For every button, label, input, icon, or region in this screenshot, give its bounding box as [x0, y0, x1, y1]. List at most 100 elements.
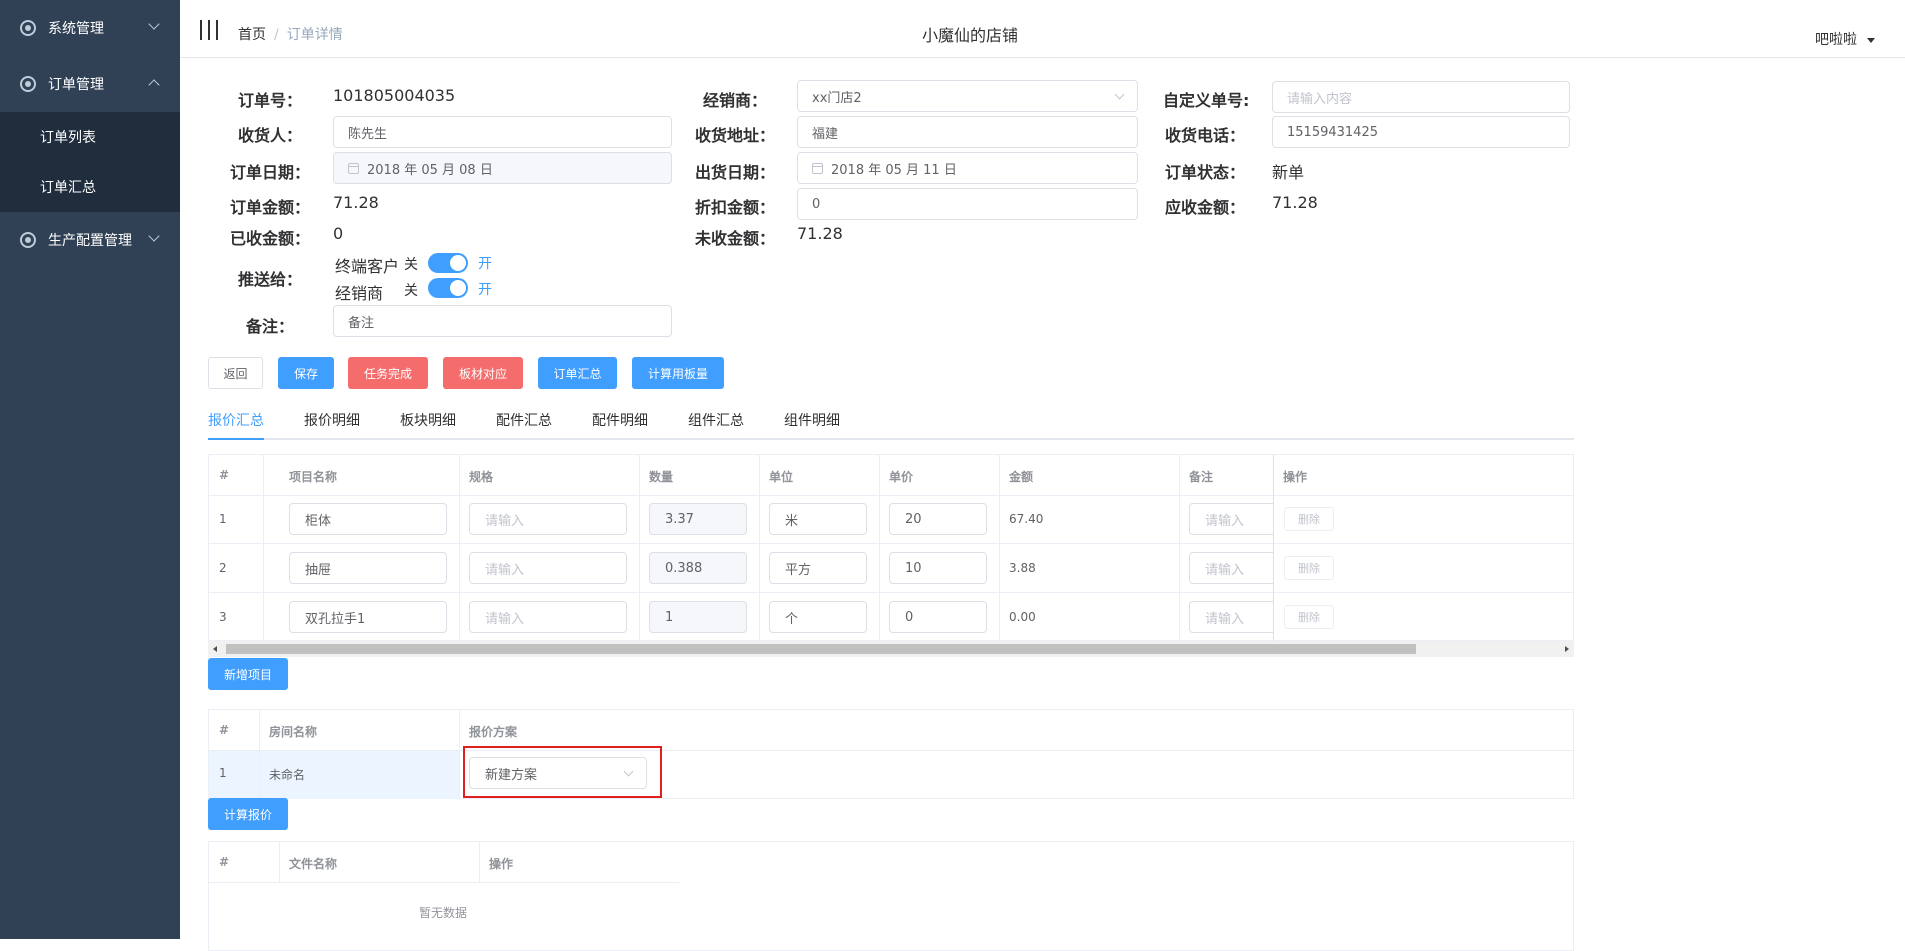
- save-button[interactable]: 保存: [278, 357, 334, 389]
- receiver-input[interactable]: 陈先生: [333, 116, 672, 148]
- file-table: # 文件名称 操作 暂无数据: [208, 841, 1574, 951]
- col-qty: 数量: [649, 470, 674, 484]
- tab-panel-detail[interactable]: 板块明细: [400, 410, 456, 430]
- discount-label: 折扣金额：: [695, 198, 776, 217]
- custom-no-input[interactable]: 请输入内容: [1272, 81, 1570, 113]
- price-input[interactable]: 20: [889, 503, 987, 535]
- remark-input[interactable]: 请输入: [1189, 601, 1273, 633]
- order-date-picker[interactable]: 2018 年 05 月 08 日: [333, 152, 672, 184]
- sidebar-item-order-summary[interactable]: 订单汇总: [0, 162, 180, 212]
- add-item-button[interactable]: 新增项目: [208, 658, 288, 690]
- menu-production-label: 生产配置管理: [48, 233, 132, 249]
- back-button[interactable]: 返回: [208, 357, 263, 389]
- receivable-value: 71.28: [1272, 193, 1318, 212]
- order-summary-button[interactable]: 订单汇总: [538, 357, 617, 389]
- col-name: 项目名称: [289, 470, 338, 484]
- calendar-icon: [812, 162, 823, 174]
- ship-date-picker[interactable]: 2018 年 05 月 11 日: [797, 152, 1138, 184]
- col-price: 单价: [889, 470, 914, 484]
- discount-input[interactable]: 0: [797, 188, 1138, 220]
- unit-input[interactable]: 米: [769, 503, 867, 535]
- col-index: #: [219, 468, 230, 482]
- spec-input[interactable]: 请输入: [469, 601, 627, 633]
- delete-button[interactable]: 删除: [1284, 605, 1334, 629]
- gear-icon: [20, 232, 36, 248]
- chevron-down-icon: [148, 18, 160, 30]
- switch-off-label: 关: [404, 283, 418, 299]
- amount-value: 71.28: [333, 193, 379, 212]
- menu-system-label: 系统管理: [48, 21, 104, 37]
- user-name: 吧啦啦: [1815, 32, 1857, 48]
- scrollbar-thumb[interactable]: [226, 644, 1416, 654]
- tab-fitting-detail[interactable]: 配件明细: [592, 410, 648, 430]
- col-file-name: 文件名称: [289, 857, 338, 871]
- unreceived-label: 未收金额：: [695, 229, 776, 248]
- qty-input: 3.37: [649, 503, 747, 535]
- price-input[interactable]: 10: [889, 552, 987, 584]
- menu-production[interactable]: 生产配置管理: [0, 212, 180, 268]
- shop-name: 小魔仙的店铺: [922, 26, 1019, 45]
- address-label: 收货地址：: [695, 126, 776, 145]
- tab-quote-summary[interactable]: 报价汇总: [208, 410, 264, 430]
- scroll-left-icon[interactable]: [213, 646, 217, 652]
- col-index: #: [219, 855, 230, 869]
- delete-button[interactable]: 删除: [1284, 507, 1334, 531]
- horizontal-scrollbar[interactable]: [208, 641, 1574, 657]
- item-name-input[interactable]: 抽屉: [289, 552, 447, 584]
- tab-fitting-summary[interactable]: 配件汇总: [496, 410, 552, 430]
- switch-off-label: 关: [404, 257, 418, 273]
- menu-system[interactable]: 系统管理: [0, 0, 180, 56]
- breadcrumb-home[interactable]: 首页: [238, 27, 266, 43]
- room-table: # 房间名称 报价方案 1 未命名 新建方案: [208, 709, 1574, 800]
- sidebar-item-order-list[interactable]: 订单列表: [0, 112, 180, 162]
- highlight-box: [463, 746, 662, 798]
- tabs: 报价汇总 报价明细 板块明细 配件汇总 配件明细 组件汇总 组件明细: [208, 404, 1574, 440]
- row-index: 1: [219, 512, 227, 526]
- delete-button[interactable]: 删除: [1284, 556, 1334, 580]
- dealer-select[interactable]: xx门店2: [797, 80, 1138, 112]
- gear-icon: [20, 20, 36, 36]
- unreceived-value: 71.28: [797, 224, 843, 243]
- amount-cell: 67.40: [1009, 512, 1044, 526]
- address-input[interactable]: 福建: [797, 116, 1138, 148]
- tab-component-detail[interactable]: 组件明细: [784, 410, 840, 430]
- spec-input[interactable]: 请输入: [469, 503, 627, 535]
- calc-board-button[interactable]: 计算用板量: [632, 357, 724, 389]
- phone-input[interactable]: 15159431425: [1272, 116, 1570, 148]
- unit-input[interactable]: 个: [769, 601, 867, 633]
- price-input[interactable]: 0: [889, 601, 987, 633]
- col-room-name: 房间名称: [269, 725, 318, 739]
- item-name-input[interactable]: 柜体: [289, 503, 447, 535]
- received-label: 已收金额：: [230, 229, 311, 248]
- items-table: # 项目名称 规格 数量 单位 单价 金额 备注 操作 1 柜体 请输入 3.3…: [208, 454, 1574, 642]
- remark-input[interactable]: 请输入: [1189, 503, 1273, 535]
- complete-button[interactable]: 任务完成: [348, 357, 428, 389]
- scroll-right-icon[interactable]: [1565, 646, 1569, 652]
- navbar: 首页 / 订单详情 小魔仙的店铺 吧啦啦: [180, 0, 1905, 58]
- tab-quote-detail[interactable]: 报价明细: [304, 410, 360, 430]
- push-dealer-switch[interactable]: [428, 278, 468, 298]
- tab-component-summary[interactable]: 组件汇总: [688, 410, 744, 430]
- push-customer-switch[interactable]: [428, 253, 468, 273]
- ship-date-label: 出货日期：: [695, 163, 776, 182]
- item-name-input[interactable]: 双孔拉手1: [289, 601, 447, 633]
- spec-input[interactable]: 请输入: [469, 552, 627, 584]
- menu-order[interactable]: 订单管理: [0, 56, 180, 112]
- remark-input[interactable]: 请输入: [1189, 552, 1273, 584]
- calc-quote-button[interactable]: 计算报价: [208, 798, 288, 830]
- chevron-up-icon: [148, 79, 160, 91]
- phone-label: 收货电话：: [1165, 126, 1246, 145]
- push-dealer-label: 经销商: [335, 284, 384, 303]
- dealer-value: xx门店2: [812, 90, 862, 106]
- room-name-cell: 未命名: [269, 768, 306, 782]
- amount-cell: 3.88: [1009, 561, 1036, 575]
- remark-input[interactable]: 备注: [333, 305, 672, 337]
- order-date-label: 订单日期：: [230, 163, 311, 182]
- board-match-button[interactable]: 板材对应: [443, 357, 523, 389]
- order-date-value: 2018 年 05 月 08 日: [367, 162, 493, 178]
- col-action: 操作: [489, 857, 514, 871]
- user-menu[interactable]: 吧啦啦: [1815, 29, 1875, 49]
- unit-input[interactable]: 平方: [769, 552, 867, 584]
- hamburger-icon[interactable]: [200, 20, 218, 40]
- row-index: 2: [219, 561, 227, 575]
